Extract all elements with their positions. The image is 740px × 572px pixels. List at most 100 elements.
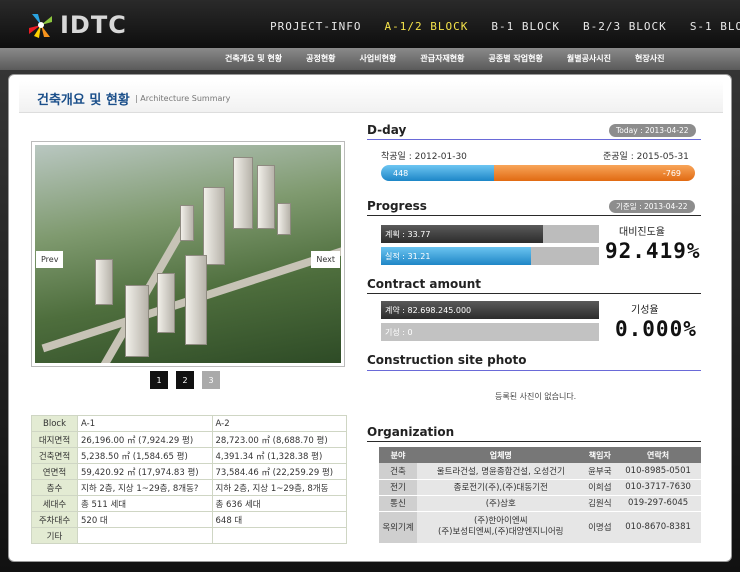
table-row: 대지면적 26,196.00 ㎡ (7,924.29 평) 28,723.00 ㎡ … [31,431,347,448]
no-photo-message: 등록된 사진이 없습니다. [495,392,577,401]
section-divider [367,215,701,216]
cell: 520 대 [77,511,213,528]
cell: 648 대 [211,511,347,528]
next-button[interactable]: Next [311,251,340,268]
cell: 종로전기(주),(주)대동기전 [417,479,585,496]
subnav-site-photos[interactable]: 현장사진 [635,53,664,64]
main-panel: 건축개요 및 현황 | Architecture Summary Prev Ne… [8,74,732,562]
paid-bar: 기성 : 0 [381,323,599,341]
cell: 5,238.50 ㎡ (1,584.65 평) [77,447,213,464]
remaining-days: -769 [494,165,695,181]
page-title-bar: 건축개요 및 현황 | Architecture Summary [19,81,723,113]
row-label: 연면적 [31,463,78,480]
table-row: 주차대수 520 대 648 대 [31,511,347,528]
nav-b1-block[interactable]: B-1 BLOCK [491,20,560,33]
end-date: 준공일 : 2015-05-31 [603,152,689,162]
contract-bar: 계약 : 82.698.245.000 [381,301,599,319]
cell: A-1 [77,415,213,432]
cell: 통신 [379,495,417,512]
page-button[interactable]: 2 [176,371,194,389]
logo[interactable]: IDTC [26,9,127,41]
subnav-monthly-photos[interactable]: 월별공사시진 [567,53,611,64]
photo-title: Construction site photo [367,353,527,367]
cell: 지하 2층, 지상 1~29층, 8개동? [77,479,213,496]
plan-bar: 계획 : 33.77 [381,225,599,243]
progress-ratio-label: 대비진도율 [619,227,665,238]
row-label: 기타 [31,527,78,544]
table-row: 옥외기계 (주)한아이엔씨 (주)보성티엔씨,(주)대양엔지니어링 이명섭 01… [379,511,701,544]
cell: 010-3717-7630 [615,479,701,496]
elapsed-days: 448 [381,165,494,181]
paid-bar-label: 기성 : 0 [385,327,413,337]
cell: 지하 2층, 지상 1~29층, 8개동 [211,479,347,496]
column-header: 연락처 [615,447,701,463]
actual-bar: 실적 : 31.21 [381,247,599,265]
table-row: 전기 종로전기(주),(주)대동기전 이희섭 010-3717-7630 [379,479,701,496]
logo-icon [26,10,56,40]
logo-text: IDTC [60,11,127,39]
page-title: 건축개요 및 현황 [37,93,130,108]
row-label: 대지면적 [31,431,78,448]
organization-title: Organization [367,425,455,439]
column-header: 분야 [379,447,417,463]
table-row: Block A-1 A-2 [31,415,347,432]
prev-button[interactable]: Prev [36,251,64,268]
sub-nav: 건축개요 및 현황 공정현황 사업비현황 관급자재현황 공종별 작업현황 월별공… [0,48,740,70]
subnav-work[interactable]: 공종별 작업현황 [489,53,543,64]
cell: 김원식 [584,495,616,512]
table-row: 통신 (주)삼호 김원식 019-297-6045 [379,495,701,512]
subnav-budget[interactable]: 사업비현황 [360,53,397,64]
cell: 윤부국 [584,463,616,480]
table-row: 연면적 59,420.92 ㎡ (17,974.83 평) 73,584.46 ㎡ … [31,463,347,480]
cell: 이희섭 [584,479,616,496]
top-nav: PROJECT-INFO A-1/2 BLOCK B-1 BLOCK B-2/3… [270,20,740,33]
cell: 건축 [379,463,417,480]
nav-project-info[interactable]: PROJECT-INFO [270,20,361,33]
table-row: 기타 [31,527,347,544]
cell [211,527,347,544]
cell: 73,584.46 ㎡ (22,259.29 평) [211,463,347,480]
nav-s1-block[interactable]: S-1 BLOCK [690,20,740,33]
subnav-schedule[interactable]: 공정현황 [306,53,335,64]
section-divider [367,370,701,371]
progress-ratio-value: 92.419% [605,239,701,263]
subnav-materials[interactable]: 관급자재현황 [420,53,464,64]
contract-title: Contract amount [367,277,482,291]
page-subtitle: | Architecture Summary [135,94,231,103]
table-row: 건축 울트라건설, 명윤종합건설, 오성건기 윤부국 010-8985-0501 [379,463,701,480]
cell: 전기 [379,479,417,496]
nav-b23-block[interactable]: B-2/3 BLOCK [583,20,667,33]
page-button-current[interactable]: 3 [202,371,220,389]
header: IDTC PROJECT-INFO A-1/2 BLOCK B-1 BLOCK … [0,0,740,48]
cell: 59,420.92 ㎡ (17,974.83 평) [77,463,213,480]
table-row: 층수 지하 2층, 지상 1~29층, 8개동? 지하 2층, 지상 1~29층, … [31,479,347,496]
subnav-summary[interactable]: 건축개요 및 현황 [225,53,282,64]
cell: 010-8985-0501 [615,463,701,480]
table-row: 세대수 총 511 세대 총 636 세대 [31,495,347,512]
cell: 26,196.00 ㎡ (7,924.29 평) [77,431,213,448]
organization-table: 분야 업체명 책임자 연락처 건축 울트라건설, 명윤종합건설, 오성건기 윤부… [379,447,701,544]
cell: 총 511 세대 [77,495,213,512]
rendering-image: Prev Next [35,145,341,363]
actual-bar-fill: 실적 : 31.21 [381,247,531,265]
table-header-row: 분야 업체명 책임자 연락처 [379,447,701,463]
contract-ratio-value: 0.000% [615,317,697,341]
cell: 이명섭 [584,511,616,544]
row-label: 주차대수 [31,511,78,528]
dday-bar: 448 -769 [381,165,695,181]
nav-a-block[interactable]: A-1/2 BLOCK [384,20,468,33]
column-header: 책임자 [584,447,616,463]
page-button[interactable]: 1 [150,371,168,389]
section-divider [367,139,701,140]
row-label: 건축면적 [31,447,78,464]
cell: 총 636 세대 [211,495,347,512]
contract-ratio-label: 기성율 [631,305,659,316]
cell: 28,723.00 ㎡ (8,688.70 평) [211,431,347,448]
cell: 019-297-6045 [615,495,701,512]
contract-bar-fill: 계약 : 82.698.245.000 [381,301,599,319]
plan-bar-fill: 계획 : 33.77 [381,225,543,243]
base-date-badge: 기준일 : 2013-04-22 [609,200,695,213]
start-date: 착공일 : 2012-01-30 [381,152,467,162]
column-header: 업체명 [417,447,585,463]
row-label: 층수 [31,479,78,496]
